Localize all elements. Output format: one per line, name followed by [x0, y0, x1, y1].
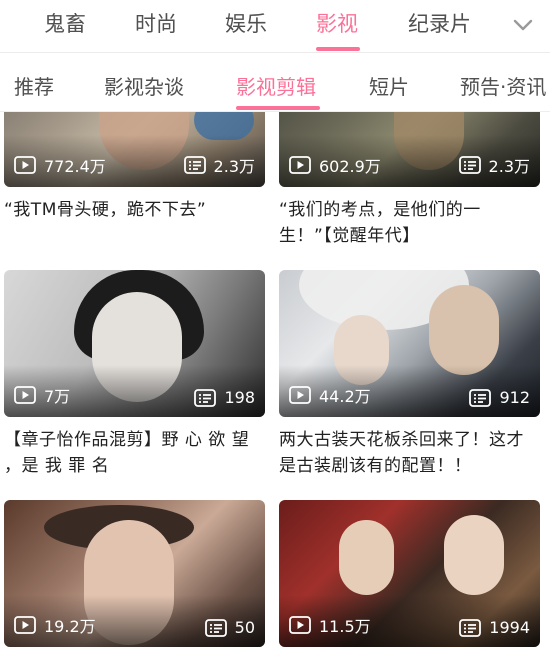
play-count-icon: [289, 616, 311, 634]
video-card[interactable]: 11.5万 1994: [279, 500, 540, 647]
danmaku-count: 912: [469, 388, 530, 407]
video-feed: 772.4万 2.3万 “我TM骨头硬，跪不下去” 602.9万 2.3万 “我…: [0, 112, 550, 647]
danmaku-icon: [469, 388, 492, 407]
danmaku-value: 912: [499, 388, 530, 407]
video-card[interactable]: 7万 198 【章子怡作品混剪】野 心 欲 望 ，是 我 罪 名: [4, 270, 265, 479]
danmaku-icon: [204, 618, 227, 637]
active-subtab-indicator: [236, 106, 320, 110]
play-count: 44.2万: [289, 383, 371, 407]
view-count: 19.2万: [44, 617, 96, 636]
video-card[interactable]: 44.2万 912 两大古装天花板杀回来了！这才是古装剧该有的配置！！: [279, 270, 540, 479]
danmaku-icon: [194, 388, 217, 407]
tab-entertainment[interactable]: 娱乐: [225, 8, 267, 38]
play-count: 11.5万: [289, 613, 371, 637]
danmaku-count: 2.3万: [458, 153, 530, 177]
tab-guichu[interactable]: 鬼畜: [44, 8, 86, 38]
danmaku-count: 2.3万: [183, 153, 255, 177]
play-count: 772.4万: [14, 153, 106, 177]
play-count: 602.9万: [289, 153, 381, 177]
danmaku-count: 198: [194, 388, 255, 407]
view-count: 44.2万: [319, 387, 371, 406]
video-thumbnail[interactable]: 44.2万 912: [279, 270, 540, 417]
subtab-film-edits[interactable]: 影视剪辑: [236, 71, 316, 100]
danmaku-value: 198: [224, 388, 255, 407]
play-count-icon: [14, 616, 36, 634]
view-count: 772.4万: [44, 157, 106, 176]
danmaku-value: 2.3万: [213, 157, 255, 176]
video-thumbnail[interactable]: 7万 198: [4, 270, 265, 417]
active-tab-indicator: [316, 47, 360, 51]
danmaku-icon: [458, 156, 481, 174]
video-title[interactable]: 【章子怡作品混剪】野 心 欲 望 ，是 我 罪 名: [4, 427, 265, 479]
category-tab-bar: 鬼畜 时尚 娱乐 影视 纪录片: [0, 0, 550, 52]
subtab-film-talk[interactable]: 影视杂谈: [104, 71, 184, 100]
video-card[interactable]: 602.9万 2.3万 “我们的考点，是他们的一生！”【觉醒年代】: [279, 112, 540, 249]
play-count: 7万: [14, 383, 70, 407]
play-count: 19.2万: [14, 613, 96, 637]
tab-fashion[interactable]: 时尚: [135, 8, 177, 38]
danmaku-value: 1994: [489, 618, 530, 637]
video-title[interactable]: “我们的考点，是他们的一生！”【觉醒年代】: [279, 197, 540, 249]
subtab-recommend[interactable]: 推荐: [14, 71, 54, 100]
video-thumbnail[interactable]: 11.5万 1994: [279, 500, 540, 647]
danmaku-value: 50: [234, 618, 255, 637]
video-thumbnail[interactable]: 602.9万 2.3万: [279, 112, 540, 187]
subcategory-tab-bar: 推荐 影视杂谈 影视剪辑 短片 预告·资讯: [0, 53, 550, 111]
video-card[interactable]: 19.2万 50: [4, 500, 265, 647]
danmaku-icon: [183, 156, 206, 174]
tab-film-tv[interactable]: 影视: [316, 8, 358, 38]
play-count-icon: [289, 386, 311, 404]
play-count-icon: [14, 386, 36, 404]
video-thumbnail[interactable]: 772.4万 2.3万: [4, 112, 265, 187]
view-count: 11.5万: [319, 617, 371, 636]
play-count-icon: [289, 156, 311, 174]
video-thumbnail[interactable]: 19.2万 50: [4, 500, 265, 647]
video-card[interactable]: 772.4万 2.3万 “我TM骨头硬，跪不下去”: [4, 112, 265, 223]
danmaku-icon: [459, 618, 482, 637]
danmaku-count: 1994: [459, 618, 530, 637]
video-title[interactable]: “我TM骨头硬，跪不下去”: [4, 197, 265, 223]
play-count-icon: [14, 156, 36, 174]
view-count: 602.9万: [319, 157, 381, 176]
danmaku-count: 50: [204, 618, 255, 637]
video-title[interactable]: 两大古装天花板杀回来了！这才是古装剧该有的配置！！: [279, 427, 540, 479]
chevron-down-icon[interactable]: [512, 14, 534, 36]
view-count: 7万: [44, 387, 71, 406]
subtab-trailers-news[interactable]: 预告·资讯: [460, 71, 546, 100]
danmaku-value: 2.3万: [488, 157, 530, 176]
tab-documentary[interactable]: 纪录片: [408, 8, 471, 38]
subtab-short-films[interactable]: 短片: [369, 71, 409, 100]
